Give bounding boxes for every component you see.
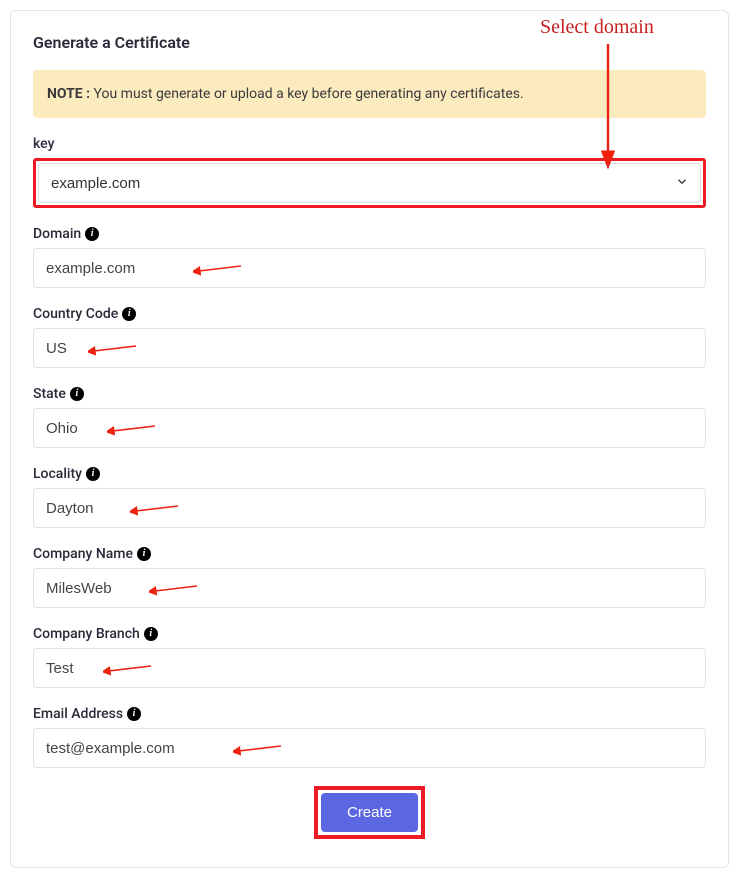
company-branch-label-text: Company Branch bbox=[33, 626, 140, 642]
company-branch-label: Company Branch i bbox=[33, 626, 706, 642]
email-label: Email Address i bbox=[33, 706, 706, 722]
company-name-label: Company Name i bbox=[33, 546, 706, 562]
note-prefix: NOTE : bbox=[47, 86, 90, 102]
company-branch-field[interactable] bbox=[33, 648, 706, 688]
locality-field[interactable] bbox=[33, 488, 706, 528]
domain-label: Domain i bbox=[33, 226, 706, 242]
key-label: key bbox=[33, 136, 706, 152]
country-label: Country Code i bbox=[33, 306, 706, 322]
domain-label-text: Domain bbox=[33, 226, 81, 242]
info-icon[interactable]: i bbox=[85, 227, 99, 241]
info-icon[interactable]: i bbox=[144, 627, 158, 641]
country-label-text: Country Code bbox=[33, 306, 118, 322]
create-button-highlight: Create bbox=[314, 786, 425, 839]
note-box: NOTE : You must generate or upload a key… bbox=[33, 70, 706, 118]
key-label-text: key bbox=[33, 136, 54, 152]
locality-label: Locality i bbox=[33, 466, 706, 482]
state-label-text: State bbox=[33, 386, 66, 402]
note-text: You must generate or upload a key before… bbox=[90, 86, 524, 102]
company-name-field[interactable] bbox=[33, 568, 706, 608]
country-field[interactable] bbox=[33, 328, 706, 368]
info-icon[interactable]: i bbox=[86, 467, 100, 481]
domain-field[interactable] bbox=[33, 248, 706, 288]
info-icon[interactable]: i bbox=[122, 307, 136, 321]
page-title: Generate a Certificate bbox=[33, 33, 706, 52]
certificate-form-card: Generate a Certificate NOTE : You must g… bbox=[10, 10, 729, 868]
key-select-box bbox=[38, 163, 701, 203]
state-label: State i bbox=[33, 386, 706, 402]
button-wrapper: Create bbox=[33, 786, 706, 839]
create-button[interactable]: Create bbox=[321, 793, 418, 832]
state-field[interactable] bbox=[33, 408, 706, 448]
key-select[interactable] bbox=[38, 163, 701, 203]
info-icon[interactable]: i bbox=[137, 547, 151, 561]
email-field[interactable] bbox=[33, 728, 706, 768]
info-icon[interactable]: i bbox=[127, 707, 141, 721]
email-label-text: Email Address bbox=[33, 706, 123, 722]
company-name-label-text: Company Name bbox=[33, 546, 133, 562]
key-select-highlight bbox=[33, 158, 706, 208]
locality-label-text: Locality bbox=[33, 466, 82, 482]
info-icon[interactable]: i bbox=[70, 387, 84, 401]
